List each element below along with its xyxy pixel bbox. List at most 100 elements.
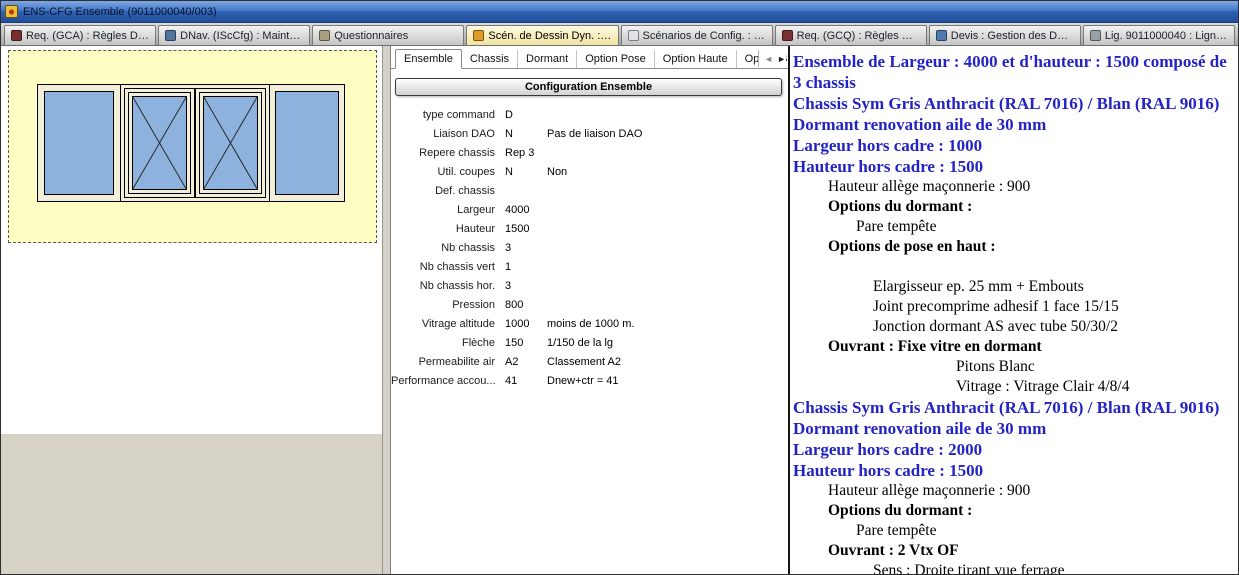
config-tab-label: Ensemble <box>404 53 453 65</box>
description-line: Chassis Sym Gris Anthracit (RAL 7016) / … <box>793 397 1236 439</box>
field-label: Nb chassis <box>391 242 505 254</box>
window-tab-sc-narios-de-config-s[interactable]: Scénarios de Config. : S... <box>621 25 773 45</box>
config-form: type command D Liaison DAO N Pas de liai… <box>391 105 788 390</box>
tab-scroll-right-button[interactable]: ► <box>777 54 786 64</box>
field-value[interactable]: 3 <box>505 280 547 292</box>
field-extra: Pas de liaison DAO <box>547 128 788 140</box>
config-tab-option-haute[interactable]: Option Haute <box>655 50 737 68</box>
window-tab-label: Lig. 9011000040 : Ligne... <box>1105 30 1228 42</box>
description-line: Sens : Droite tirant vue ferrage <box>793 561 1236 575</box>
field-value[interactable]: 41 <box>505 375 547 387</box>
vertical-splitter[interactable] <box>382 46 391 575</box>
field-value[interactable]: N <box>505 166 547 178</box>
field-value[interactable]: 4000 <box>505 204 547 216</box>
field-label: Largeur <box>391 204 505 216</box>
description-line: Ouvrant : 2 Vtx OF <box>793 541 1236 561</box>
window-tab-label: Devis : Gestion des Devis <box>951 30 1074 42</box>
field-value[interactable]: 1500 <box>505 223 547 235</box>
config-tab-ensemble[interactable]: Ensemble <box>395 49 462 69</box>
field-label: Nb chassis hor. <box>391 280 505 292</box>
drawing-panel-footer-area <box>1 434 382 575</box>
form-row-type-command: type command D <box>391 105 788 124</box>
book-icon <box>11 30 22 41</box>
window-tab-req-gcq-r-gles-dia[interactable]: Req. (GCQ) : Règles DIA... <box>775 25 927 45</box>
title-bar[interactable]: ENS-CFG Ensemble (9011000040/003) <box>1 1 1238 23</box>
config-header[interactable]: Configuration Ensemble <box>395 78 782 96</box>
window-tab-dnav-isccfg-mainten[interactable]: DNav. (IScCfg) : Mainten... <box>158 25 310 45</box>
field-value[interactable]: 3 <box>505 242 547 254</box>
field-value[interactable]: N <box>505 128 547 140</box>
window-tab-req-gca-r-gles-dia[interactable]: Req. (GCA) : Règles DIA... <box>4 25 156 45</box>
config-tab-scroll: ◄ ► <box>758 50 786 67</box>
form-row-permeabilite-air: Permeabilite air A2 Classement A2 <box>391 352 788 371</box>
form-row-hauteur: Hauteur 1500 <box>391 219 788 238</box>
description-line: Ouvrant : Fixe vitre en dormant <box>793 337 1236 357</box>
field-label: Repere chassis <box>391 147 505 159</box>
description-line <box>793 257 1236 277</box>
tab-scroll-left-button[interactable]: ◄ <box>764 54 773 64</box>
description-line: Chassis Sym Gris Anthracit (RAL 7016) / … <box>793 93 1236 135</box>
form-row-largeur: Largeur 4000 <box>391 200 788 219</box>
config-tab-dormant[interactable]: Dormant <box>518 50 577 68</box>
window-tab-lig-9011000040-ligne[interactable]: Lig. 9011000040 : Ligne... <box>1083 25 1235 45</box>
config-tab-strip: ◄ ► Ensemble Chassis Dormant Option Pose… <box>391 48 788 69</box>
description-panel: Ensemble de Largeur : 4000 et d'hauteur … <box>790 46 1239 575</box>
app-icon <box>5 5 18 18</box>
window-tab-devis-gestion-des-devis[interactable]: Devis : Gestion des Devis <box>929 25 1081 45</box>
field-extra: Classement A2 <box>547 356 788 368</box>
form-row-nb-chassis: Nb chassis 3 <box>391 238 788 257</box>
form-row-repere-chassis: Repere chassis Rep 3 <box>391 143 788 162</box>
book-icon <box>782 30 793 41</box>
drawing-canvas[interactable] <box>8 50 377 243</box>
description-line: Hauteur allège maçonnerie : 900 <box>793 177 1236 197</box>
field-value[interactable]: D <box>505 109 547 121</box>
description-line: Hauteur hors cadre : 1500 <box>793 156 1236 177</box>
description-line: Vitrage : Vitrage Clair 4/8/4 <box>793 377 1236 397</box>
window-tab-label: Scénarios de Config. : S... <box>643 30 766 42</box>
form-row-nb-chassis-vert: Nb chassis vert 1 <box>391 257 788 276</box>
field-label: Util. coupes <box>391 166 505 178</box>
field-extra: 1/150 de la lg <box>547 337 788 349</box>
description-line: Elargisseur ep. 25 mm + Embouts <box>793 277 1236 297</box>
config-panel: ◄ ► Ensemble Chassis Dormant Option Pose… <box>391 46 788 575</box>
field-label: Permeabilite air <box>391 356 505 368</box>
field-label: Nb chassis vert <box>391 261 505 273</box>
field-value[interactable]: 150 <box>505 337 547 349</box>
config-tab-label: Option Pose <box>585 53 646 65</box>
field-label: Liaison DAO <box>391 128 505 140</box>
field-value[interactable]: 1000 <box>505 318 547 330</box>
field-extra: Non <box>547 166 788 178</box>
description-line: Ensemble de Largeur : 4000 et d'hauteur … <box>793 51 1236 93</box>
field-label: Hauteur <box>391 223 505 235</box>
description-line: Pitons Blanc <box>793 357 1236 377</box>
field-value[interactable]: 800 <box>505 299 547 311</box>
window-title: ENS-CFG Ensemble (9011000040/003) <box>23 6 217 18</box>
description-line: Largeur hors cadre : 2000 <box>793 439 1236 460</box>
form-row-liaison-dao: Liaison DAO N Pas de liaison DAO <box>391 124 788 143</box>
description-line: Options du dormant : <box>793 197 1236 217</box>
config-tab-chassis[interactable]: Chassis <box>462 50 518 68</box>
description-line: Pare tempête <box>793 521 1236 541</box>
field-label: Def. chassis <box>391 185 505 197</box>
application-window: ENS-CFG Ensemble (9011000040/003) Req. (… <box>0 0 1239 575</box>
field-label: Vitrage altitude <box>391 318 505 330</box>
config-tab-label: Dormant <box>526 53 568 65</box>
form-row-pression: Pression 800 <box>391 295 788 314</box>
config-tab-option-pose[interactable]: Option Pose <box>577 50 655 68</box>
window-assembly-drawing <box>37 84 345 202</box>
window-tab-questionnaires[interactable]: Questionnaires <box>312 25 464 45</box>
description-line: Hauteur allège maçonnerie : 900 <box>793 481 1236 501</box>
field-value[interactable]: 1 <box>505 261 547 273</box>
description-line: Options du dormant : <box>793 501 1236 521</box>
field-label: Pression <box>391 299 505 311</box>
form-row-performance-accou: Performance accou... 41 Dnew+ctr = 41 <box>391 371 788 390</box>
field-value[interactable]: A2 <box>505 356 547 368</box>
window-tab-sc-n-de-dessin-dyn-s[interactable]: Scén. de Dessin Dyn. : S... <box>466 25 618 45</box>
field-value[interactable]: Rep 3 <box>505 147 547 159</box>
field-extra: moins de 1000 m. <box>547 318 788 330</box>
form-row-def-chassis: Def. chassis <box>391 181 788 200</box>
field-label: Flèche <box>391 337 505 349</box>
config-scenario-icon <box>628 30 639 41</box>
field-label: type command <box>391 109 505 121</box>
field-label: Performance accou... <box>391 375 505 387</box>
